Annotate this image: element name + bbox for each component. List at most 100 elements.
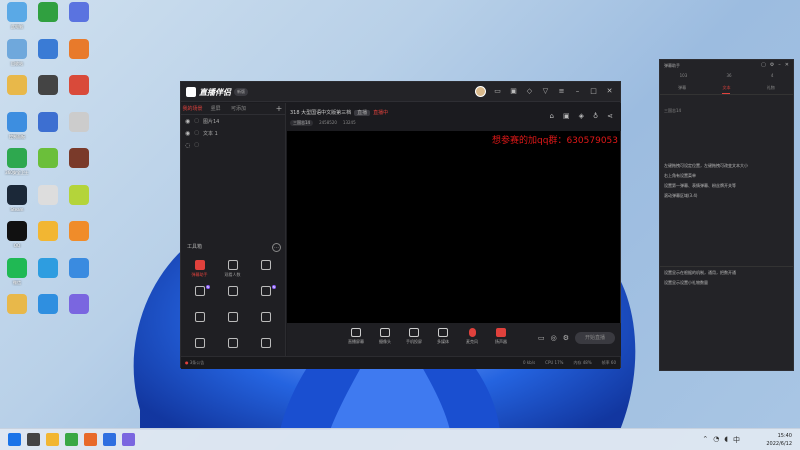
- toolbox-item[interactable]: [249, 259, 282, 281]
- eye-preview-icon[interactable]: ◎: [551, 334, 557, 342]
- announcement[interactable]: ● 3条公告: [185, 360, 204, 366]
- source-item[interactable]: ◉ ▢ 图片14: [181, 115, 285, 127]
- desktop-shortcut[interactable]: [33, 148, 63, 184]
- lock-icon[interactable]: ▢: [194, 142, 199, 148]
- camera-icon[interactable]: ▭: [538, 334, 545, 342]
- desktop-shortcut[interactable]: 此电脑: [2, 2, 32, 38]
- desktop-shortcut[interactable]: [64, 2, 94, 38]
- desktop-shortcut[interactable]: [33, 38, 63, 75]
- start-live-button[interactable]: 开始直播: [575, 332, 615, 344]
- minimize-icon[interactable]: –: [573, 87, 582, 96]
- desktop-shortcut[interactable]: [33, 257, 63, 294]
- gift-box-icon[interactable]: ▣: [563, 112, 570, 120]
- toolbox-item[interactable]: N: [183, 285, 216, 307]
- pin-icon[interactable]: ⚙: [770, 62, 774, 68]
- desktop-shortcut[interactable]: [64, 111, 94, 148]
- bottom-tool-button[interactable]: 手机投屏: [403, 328, 425, 345]
- desktop-shortcut[interactable]: QQ: [2, 221, 32, 257]
- category-pill[interactable]: 三国志14: [290, 120, 314, 126]
- desktop-shortcut[interactable]: [64, 221, 94, 257]
- desktop-shortcut[interactable]: [64, 294, 94, 330]
- desktop-shortcut[interactable]: [64, 38, 94, 75]
- bell-icon[interactable]: ♁: [593, 112, 598, 120]
- toolbox-item[interactable]: 弹幕助手: [183, 259, 216, 281]
- lock-icon[interactable]: ▢: [194, 130, 199, 136]
- lock-icon[interactable]: ▢: [761, 62, 766, 68]
- tab-danmaku[interactable]: 弹幕: [678, 85, 686, 94]
- search-icon[interactable]: [27, 433, 40, 446]
- toolbox-item[interactable]: 观看人数: [216, 259, 249, 281]
- more-icon[interactable]: …: [272, 243, 281, 252]
- source-item[interactable]: ◌ ▢: [181, 139, 285, 151]
- ime-icon[interactable]: 中: [733, 435, 740, 445]
- tab-addable[interactable]: 可添加: [227, 103, 250, 114]
- toolbox-item[interactable]: N: [249, 285, 282, 307]
- windows-start-icon[interactable]: [8, 433, 21, 446]
- close-icon[interactable]: ✕: [605, 87, 614, 96]
- file-explorer-icon[interactable]: [46, 433, 59, 446]
- user-avatar[interactable]: [475, 86, 486, 97]
- version-badge[interactable]: 新版: [234, 88, 248, 96]
- desktop-shortcut[interactable]: [33, 294, 63, 330]
- desktop-shortcut[interactable]: [64, 257, 94, 294]
- desktop-shortcut[interactable]: Steam: [2, 184, 32, 221]
- desktop-shortcut[interactable]: 微信: [2, 257, 32, 294]
- add-scene-icon[interactable]: +: [273, 103, 285, 114]
- gift-icon[interactable]: ▣: [509, 87, 518, 96]
- settings-icon[interactable]: ⚙: [563, 334, 569, 342]
- clock[interactable]: 15:40 2022/6/12: [766, 432, 792, 448]
- network-icon[interactable]: ◔: [713, 435, 719, 445]
- desktop-shortcut[interactable]: [2, 294, 32, 330]
- toolbox-item[interactable]: [216, 311, 249, 333]
- layers-icon[interactable]: ◇: [525, 87, 534, 96]
- share-icon[interactable]: ⋖: [607, 112, 613, 120]
- toolbox-item[interactable]: [249, 311, 282, 333]
- green-app-icon[interactable]: [65, 433, 78, 446]
- browser-icon[interactable]: [122, 433, 135, 446]
- toolbox-item[interactable]: [183, 311, 216, 333]
- tab-gifts[interactable]: 礼物: [767, 85, 775, 94]
- stream-preview[interactable]: 想参赛的加qq群：630579053: [287, 131, 620, 323]
- volume-icon[interactable]: ◖: [724, 435, 728, 445]
- desktop-shortcut[interactable]: [33, 221, 63, 257]
- minimize-icon[interactable]: –: [778, 62, 781, 68]
- shirt-icon[interactable]: ▽: [541, 87, 550, 96]
- maximize-icon[interactable]: □: [589, 87, 598, 96]
- desktop-shortcut[interactable]: [64, 148, 94, 184]
- desktop-shortcut[interactable]: [64, 75, 94, 111]
- qq-overlay-text[interactable]: 想参赛的加qq群：630579053: [492, 133, 618, 146]
- bottom-tool-button[interactable]: 摄像头: [374, 328, 396, 345]
- toolbox-item[interactable]: [216, 285, 249, 307]
- eye-icon[interactable]: ◌: [185, 142, 190, 149]
- message-icon[interactable]: ▭: [493, 87, 502, 96]
- close-icon[interactable]: ✕: [785, 62, 789, 68]
- tag-icon[interactable]: ◈: [579, 112, 584, 120]
- source-item[interactable]: ◉ ▢ 文本 1: [181, 127, 285, 139]
- status-stat: 0 kb/s: [523, 360, 536, 365]
- chevron-up-icon[interactable]: ⌃: [702, 435, 708, 445]
- desktop-shortcut[interactable]: [33, 2, 63, 38]
- tab-my-scene[interactable]: 我的场景: [181, 103, 204, 114]
- desktop-shortcut[interactable]: [2, 75, 32, 111]
- bottom-tool-button[interactable]: 多媒体: [432, 328, 454, 345]
- bottom-tool-button[interactable]: 扬声器: [490, 328, 512, 345]
- desktop-shortcut[interactable]: 控制面板: [2, 111, 32, 148]
- eye-icon[interactable]: ◉: [185, 130, 190, 137]
- tab-vertical[interactable]: 竖屏: [204, 103, 227, 114]
- desktop-shortcut[interactable]: [33, 184, 63, 221]
- blue-app-icon[interactable]: [103, 433, 116, 446]
- desktop-shortcut[interactable]: [64, 184, 94, 221]
- desktop-shortcut[interactable]: [33, 111, 63, 148]
- desktop-shortcut[interactable]: 回收站: [2, 38, 32, 75]
- lock-icon[interactable]: ▢: [194, 118, 199, 124]
- orange-app-icon[interactable]: [84, 433, 97, 446]
- desktop-shortcut[interactable]: [33, 75, 63, 111]
- bottom-tool-button[interactable]: 直播屏幕: [345, 328, 367, 345]
- desktop-shortcut[interactable]: 360安全卫士: [2, 148, 32, 184]
- menu-icon[interactable]: ≡: [557, 87, 566, 96]
- room-title[interactable]: 318 大型国语中文版第三档 直播 直播中: [290, 109, 388, 116]
- eye-icon[interactable]: ◉: [185, 118, 190, 125]
- shop-icon[interactable]: ⌂: [550, 112, 554, 120]
- bottom-tool-button[interactable]: 麦克风: [461, 328, 483, 345]
- tab-text[interactable]: 文本: [722, 85, 731, 94]
